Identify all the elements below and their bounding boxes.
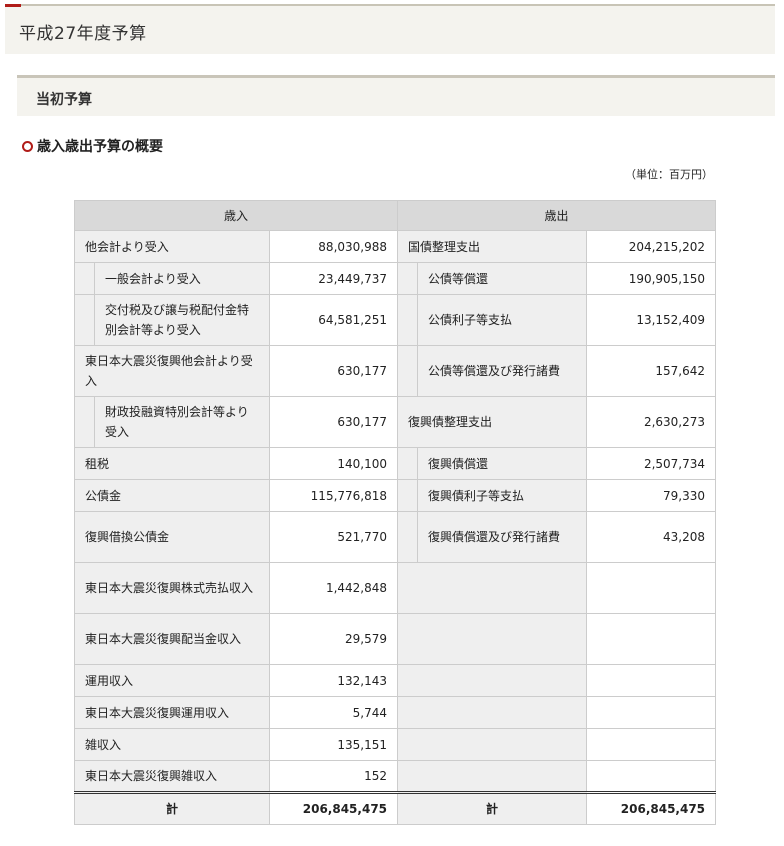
revenue-value: 29,579: [268, 613, 399, 665]
revenue-value: 115,776,818: [268, 479, 399, 512]
empty-cell: [397, 728, 588, 761]
table-row: 公債金 115,776,818 復興債利子等支払 79,330: [74, 479, 717, 512]
revenue-label: 公債金: [74, 479, 270, 512]
revenue-value: 1,442,848: [268, 562, 399, 614]
revenue-label: 復興借換公債金: [74, 511, 270, 563]
revenue-label: 交付税及び譲与税配付金特別会計等より受入: [94, 294, 270, 346]
table-row: 一般会計より受入 23,449,737 公債等償還 190,905,150: [74, 262, 717, 295]
table-row: 東日本大震災復興雑収入 152: [74, 760, 717, 793]
revenue-value: 88,030,988: [268, 230, 399, 263]
expenditure-header: 歳出: [397, 200, 717, 231]
expenditure-value: 2,507,734: [586, 447, 717, 480]
indent-cell: [397, 447, 419, 480]
table-row: 交付税及び譲与税配付金特別会計等より受入 64,581,251 公債利子等支払 …: [74, 294, 717, 346]
page-title: 平成27年度予算: [19, 24, 147, 44]
indent-cell: [74, 396, 95, 448]
expenditure-label: 公債等償還: [417, 262, 588, 295]
expenditure-label: 復興債整理支出: [397, 396, 588, 448]
empty-cell: [586, 562, 717, 614]
table-row: 東日本大震災復興運用収入 5,744: [74, 696, 717, 729]
expenditure-value: 190,905,150: [586, 262, 717, 295]
table-row: 復興借換公債金 521,770 復興債償還及び発行諸費 43,208: [74, 511, 717, 563]
revenue-label: 運用収入: [74, 664, 270, 697]
table-row: 租税 140,100 復興債償還 2,507,734: [74, 447, 717, 480]
revenue-label: 東日本大震災復興配当金収入: [74, 613, 270, 665]
expenditure-value: 43,208: [586, 511, 717, 563]
table-row: 財政投融資特別会計等より受入 630,177 復興債整理支出 2,630,273: [74, 396, 717, 448]
revenue-label: 他会計より受入: [74, 230, 270, 263]
expenditure-value: 79,330: [586, 479, 717, 512]
indent-cell: [74, 262, 95, 295]
revenue-value: 152: [268, 760, 399, 793]
table-row: 運用収入 132,143: [74, 664, 717, 697]
revenue-value: 140,100: [268, 447, 399, 480]
empty-cell: [586, 613, 717, 665]
indent-cell: [397, 479, 419, 512]
revenue-label: 雑収入: [74, 728, 270, 761]
expenditure-value: 204,215,202: [586, 230, 717, 263]
revenue-value: 5,744: [268, 696, 399, 729]
revenue-value: 521,770: [268, 511, 399, 563]
table-header-row: 歳入 歳出: [73, 200, 717, 231]
empty-cell: [397, 613, 588, 665]
indent-cell: [397, 345, 419, 397]
table-row: 他会計より受入 88,030,988 国債整理支出 204,215,202: [74, 230, 717, 263]
revenue-value: 135,151: [268, 728, 399, 761]
empty-cell: [397, 664, 588, 697]
expenditure-value: 2,630,273: [586, 396, 717, 448]
unit-note: （単位：百万円）: [625, 168, 713, 181]
indent-cell: [74, 294, 95, 346]
revenue-total-label: 計: [74, 791, 270, 825]
expenditure-total-label: 計: [397, 791, 588, 825]
revenue-label: 一般会計より受入: [94, 262, 270, 295]
table-row: 東日本大震災復興株式売払収入 1,442,848: [74, 562, 717, 614]
expenditure-value: 157,642: [586, 345, 717, 397]
empty-cell: [397, 562, 588, 614]
table-row: 東日本大震災復興配当金収入 29,579: [74, 613, 717, 665]
expenditure-label: 公債利子等支払: [417, 294, 588, 346]
revenue-label: 財政投融資特別会計等より受入: [94, 396, 270, 448]
expenditure-value: 13,152,409: [586, 294, 717, 346]
expenditure-label: 公債等償還及び発行諸費: [417, 345, 588, 397]
revenue-value: 132,143: [268, 664, 399, 697]
expenditure-label: 復興債利子等支払: [417, 479, 588, 512]
table-row: 雑収入 135,151: [74, 728, 717, 761]
section-title: 当初予算: [36, 92, 92, 108]
expenditure-label: 国債整理支出: [397, 230, 588, 263]
revenue-value: 630,177: [268, 345, 399, 397]
revenue-header: 歳入: [73, 200, 399, 231]
heading-text: 歳入歳出予算の概要: [37, 139, 163, 155]
title-accent: [5, 4, 21, 7]
revenue-total-value: 206,845,475: [268, 791, 399, 825]
revenue-label: 東日本大震災復興株式売払収入: [74, 562, 270, 614]
expenditure-label: 復興債償還: [417, 447, 588, 480]
revenue-label: 租税: [74, 447, 270, 480]
empty-cell: [397, 760, 588, 793]
revenue-value: 23,449,737: [268, 262, 399, 295]
expenditure-total-value: 206,845,475: [586, 791, 717, 825]
revenue-value: 630,177: [268, 396, 399, 448]
total-row: 計 206,845,475 計 206,845,475: [74, 791, 717, 825]
revenue-label: 東日本大震災復興他会計より受入: [74, 345, 270, 397]
indent-cell: [397, 262, 419, 295]
expenditure-label: 復興債償還及び発行諸費: [417, 511, 588, 563]
budget-table: 歳入 歳出 他会計より受入 88,030,988 国債整理支出 204,215,…: [73, 200, 717, 825]
empty-cell: [586, 664, 717, 697]
table-row: 東日本大震災復興他会計より受入 630,177 公債等償還及び発行諸費 157,…: [74, 345, 717, 397]
circle-bullet-icon: [22, 140, 33, 152]
section-title-bar: 当初予算: [17, 75, 775, 116]
revenue-label: 東日本大震災復興運用収入: [74, 696, 270, 729]
indent-cell: [397, 294, 419, 346]
empty-cell: [586, 728, 717, 761]
empty-cell: [586, 760, 717, 793]
budget-overview-heading: 歳入歳出予算の概要: [22, 136, 163, 156]
indent-cell: [397, 511, 419, 563]
empty-cell: [397, 696, 588, 729]
empty-cell: [586, 696, 717, 729]
revenue-value: 64,581,251: [268, 294, 399, 346]
page-title-bar: 平成27年度予算: [5, 4, 775, 54]
revenue-label: 東日本大震災復興雑収入: [74, 760, 270, 793]
